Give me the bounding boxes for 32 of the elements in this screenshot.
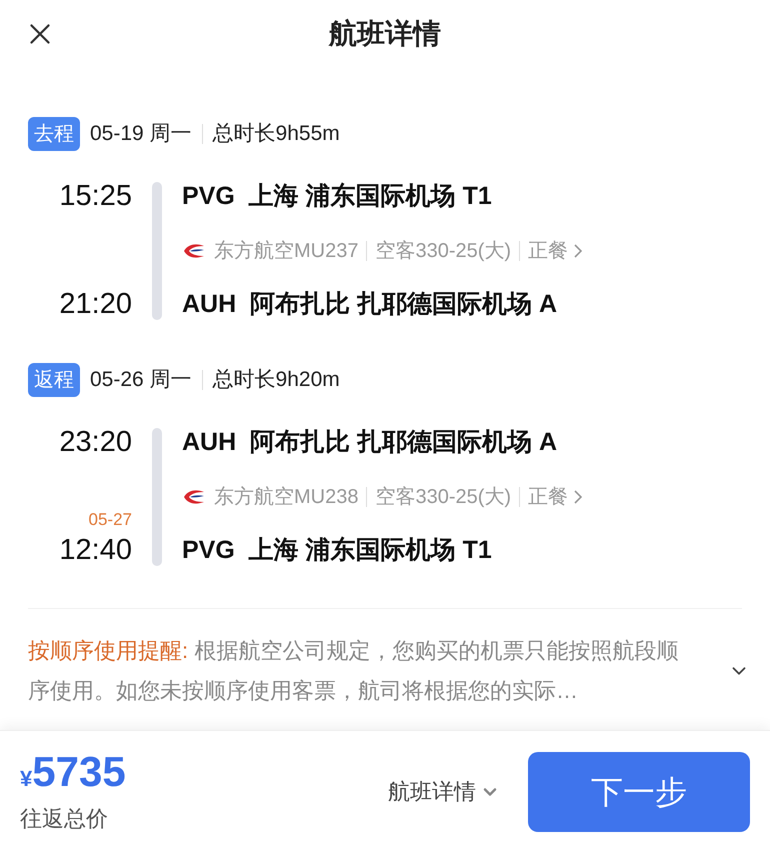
- aircraft-type: 空客330-25(大): [375, 485, 512, 510]
- trip-duration: 总时长9h55m: [212, 121, 340, 148]
- arrival-airport: AUH 阿布扎比 扎耶德国际机场 A: [182, 289, 558, 320]
- trip-date: 05-19 周一: [90, 121, 192, 148]
- departure-airport: AUH 阿布扎比 扎耶德国际机场 A: [182, 427, 558, 458]
- trip-date: 05-26 周一: [90, 367, 192, 394]
- arrival-time: 21:20: [59, 287, 132, 322]
- airline-logo-icon: [182, 488, 206, 506]
- trip-tag: 返程: [28, 363, 80, 397]
- airline-logo-icon: [182, 242, 206, 260]
- price-label: 往返总价: [20, 805, 109, 833]
- flight-number: 东方航空MU237: [214, 239, 358, 264]
- arrival-airport: PVG 上海 浦东国际机场 T1: [182, 535, 492, 566]
- meal-link[interactable]: 正餐: [528, 482, 584, 512]
- trip-tag: 去程: [28, 117, 80, 151]
- arrival-time: 12:40: [59, 533, 132, 568]
- meal-link[interactable]: 正餐: [528, 236, 584, 266]
- next-step-button[interactable]: 下一步: [528, 752, 750, 832]
- page-title: 航班详情: [329, 17, 441, 51]
- trip-duration: 总时长9h20m: [212, 367, 340, 394]
- flight-number: 东方航空MU238: [214, 485, 358, 510]
- arrival-date: 05-27: [88, 510, 132, 530]
- chevron-right-icon: [574, 244, 584, 258]
- aircraft-type: 空客330-25(大): [375, 239, 512, 264]
- departure-time: 23:20: [59, 425, 132, 460]
- flight-details-toggle[interactable]: 航班详情: [388, 775, 500, 808]
- chevron-right-icon: [574, 490, 584, 504]
- currency-symbol: ¥: [20, 765, 32, 793]
- departure-time: 15:25: [59, 179, 132, 214]
- departure-airport: PVG 上海 浦东国际机场 T1: [182, 181, 492, 212]
- total-price: 5735: [32, 748, 126, 796]
- usage-notice: 按顺序使用提醒: 根据航空公司规定，您购买的机票只能按照航段顺序使用。如您未按顺序使用客票，航司将根据您的实际…: [28, 637, 680, 705]
